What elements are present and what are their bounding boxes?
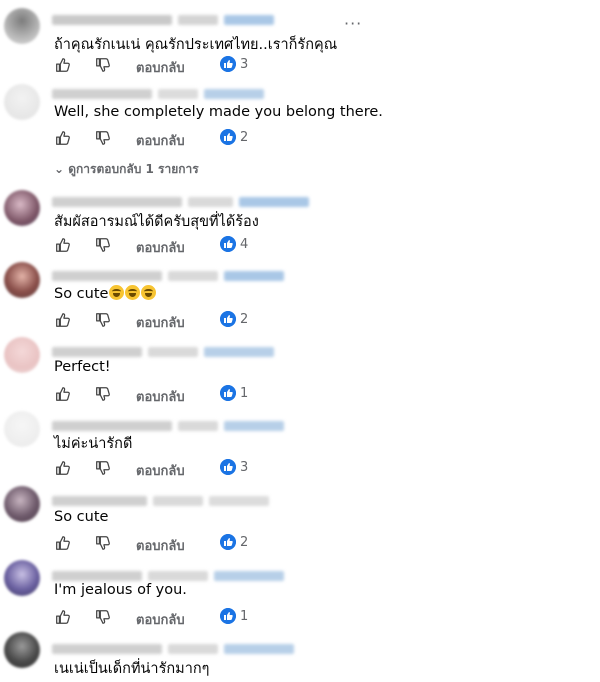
thumbs-up-icon[interactable] (54, 459, 72, 477)
author-name[interactable] (52, 266, 290, 281)
comment-text: So cute (54, 285, 157, 302)
thumbs-up-icon[interactable] (54, 385, 72, 403)
reaction-count: 4 (240, 237, 249, 252)
comment-text: ถ้าคุณรักเนเน่ คุณรักประเทศไทย..เราก็รัก… (54, 37, 338, 53)
grinning-emoji (125, 285, 141, 300)
avatar[interactable] (4, 337, 40, 373)
avatar[interactable] (4, 486, 40, 522)
thumbs-down-icon[interactable] (94, 608, 112, 626)
comment-text: Well, she completely made you belong the… (54, 104, 383, 120)
reaction-count: 3 (240, 460, 249, 475)
avatar[interactable] (4, 411, 40, 447)
reaction-count: 2 (240, 535, 249, 550)
grinning-emoji (141, 285, 157, 300)
comment-text: I'm jealous of you. (54, 582, 187, 598)
reaction-count: 2 (240, 312, 249, 327)
thumbs-up-icon[interactable] (54, 311, 72, 329)
author-name[interactable] (52, 192, 315, 207)
reply-button[interactable]: ตอบกลับ (136, 130, 185, 151)
reaction-count: 1 (240, 386, 249, 401)
author-name[interactable] (52, 84, 270, 99)
avatar[interactable] (4, 84, 40, 120)
like-reaction-icon[interactable] (220, 385, 236, 401)
comment-text: ไม่ค่ะน่ารักดี (54, 436, 133, 452)
thumbs-down-icon[interactable] (94, 311, 112, 329)
author-name[interactable] (52, 639, 300, 654)
like-reaction-icon[interactable] (220, 608, 236, 624)
thumbs-down-icon[interactable] (94, 56, 112, 74)
thumbs-down-icon[interactable] (94, 129, 112, 147)
avatar[interactable] (4, 190, 40, 226)
reaction-count: 2 (240, 130, 249, 145)
avatar[interactable] (4, 632, 40, 668)
reply-button[interactable]: ตอบกลับ (136, 460, 185, 481)
like-reaction-icon[interactable] (220, 56, 236, 72)
author-name[interactable] (52, 491, 275, 506)
view-replies-link[interactable]: ⌄ ดูการตอบกลับ 1 รายการ (54, 160, 199, 179)
like-reaction-icon[interactable] (220, 311, 236, 327)
thumbs-up-icon[interactable] (54, 236, 72, 254)
avatar[interactable] (4, 560, 40, 596)
like-reaction-icon[interactable] (220, 459, 236, 475)
like-reaction-icon[interactable] (220, 534, 236, 550)
avatar[interactable] (4, 8, 40, 44)
comment-text: สัมผัสอารมณ์ได้ดีครับสุขที่ได้ร้อง (54, 214, 259, 230)
reply-button[interactable]: ตอบกลับ (136, 609, 185, 630)
thumbs-down-icon[interactable] (94, 459, 112, 477)
thumbs-down-icon[interactable] (94, 385, 112, 403)
reply-button[interactable]: ตอบกลับ (136, 386, 185, 407)
more-options-icon[interactable]: ··· (344, 14, 362, 33)
comment-text-body: So cute (54, 286, 109, 302)
comment-text: เนเน่เป็นเด็กที่น่ารักมากๆ (54, 661, 210, 677)
comment-text: So cute (54, 509, 109, 525)
reply-button[interactable]: ตอบกลับ (136, 237, 185, 258)
reply-button[interactable]: ตอบกลับ (136, 312, 185, 333)
reaction-count: 3 (240, 57, 249, 72)
author-name[interactable] (52, 342, 280, 357)
author-name[interactable] (52, 566, 290, 581)
comment-text: Perfect! (54, 359, 111, 375)
reply-button[interactable]: ตอบกลับ (136, 535, 185, 556)
thumbs-down-icon[interactable] (94, 236, 112, 254)
grinning-emoji (109, 285, 125, 300)
like-reaction-icon[interactable] (220, 236, 236, 252)
author-name[interactable] (52, 10, 280, 25)
author-name[interactable] (52, 416, 290, 431)
thumbs-up-icon[interactable] (54, 534, 72, 552)
thumbs-up-icon[interactable] (54, 608, 72, 626)
thumbs-down-icon[interactable] (94, 534, 112, 552)
reply-button[interactable]: ตอบกลับ (136, 57, 185, 78)
thumbs-up-icon[interactable] (54, 56, 72, 74)
like-reaction-icon[interactable] (220, 129, 236, 145)
reaction-count: 1 (240, 609, 249, 624)
avatar[interactable] (4, 262, 40, 298)
thumbs-up-icon[interactable] (54, 129, 72, 147)
